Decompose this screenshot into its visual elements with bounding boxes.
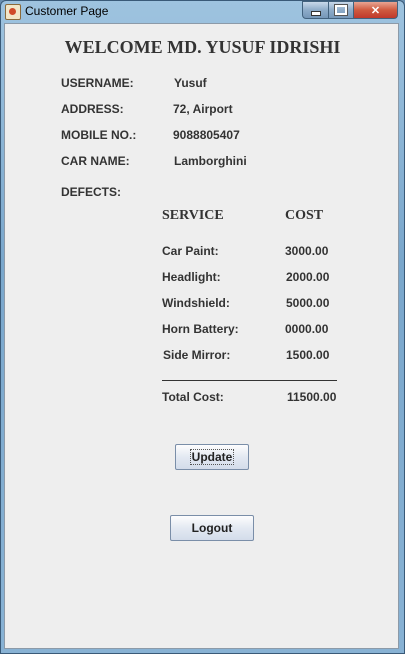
update-button[interactable]: Update	[175, 444, 249, 470]
window-frame: Customer Page ✕ WELCOME MD. YUSUF IDRISH…	[0, 0, 405, 654]
java-app-icon	[5, 4, 21, 20]
service-cost: 5000.00	[286, 296, 330, 310]
service-cost: 3000.00	[285, 244, 329, 258]
service-name: Headlight:	[162, 270, 221, 284]
window-title: Customer Page	[25, 4, 109, 18]
address-label: ADDRESS:	[61, 102, 124, 116]
maximize-icon	[334, 4, 348, 16]
service-name: Windshield:	[162, 296, 230, 310]
defects-label: DEFECTS:	[61, 185, 121, 199]
car-name-label: CAR NAME:	[61, 154, 130, 168]
address-value: 72, Airport	[173, 102, 233, 116]
service-cost: 0000.00	[285, 322, 329, 336]
update-button-label: Update	[189, 449, 235, 465]
title-bar[interactable]: Customer Page ✕	[1, 1, 404, 23]
customer-panel: WELCOME MD. YUSUF IDRISHI USERNAME: Yusu…	[4, 23, 399, 649]
service-column-header: SERVICE	[162, 208, 224, 223]
mobile-label: MOBILE NO.:	[61, 128, 137, 142]
total-cost-label: Total Cost:	[162, 390, 224, 404]
minimize-icon	[310, 10, 321, 16]
cost-column-header: COST	[285, 208, 324, 223]
service-name: Car Paint:	[162, 244, 219, 258]
total-divider	[162, 380, 337, 381]
close-icon: ✕	[370, 4, 381, 17]
username-label: USERNAME:	[61, 76, 134, 90]
mobile-value: 9088805407	[173, 128, 240, 142]
service-name: Horn Battery:	[162, 322, 239, 336]
total-cost-value: 11500.00	[287, 390, 337, 404]
welcome-heading: WELCOME MD. YUSUF IDRISHI	[64, 37, 341, 57]
maximize-button[interactable]	[329, 1, 354, 19]
username-value: Yusuf	[174, 76, 207, 90]
car-name-value: Lamborghini	[174, 154, 247, 168]
minimize-button[interactable]	[302, 1, 329, 19]
logout-button[interactable]: Logout	[170, 515, 254, 541]
close-button[interactable]: ✕	[354, 1, 398, 19]
logout-button-label: Logout	[191, 521, 233, 535]
service-cost: 2000.00	[286, 270, 330, 284]
service-name: Side Mirror:	[163, 348, 231, 362]
service-cost: 1500.00	[286, 348, 330, 362]
